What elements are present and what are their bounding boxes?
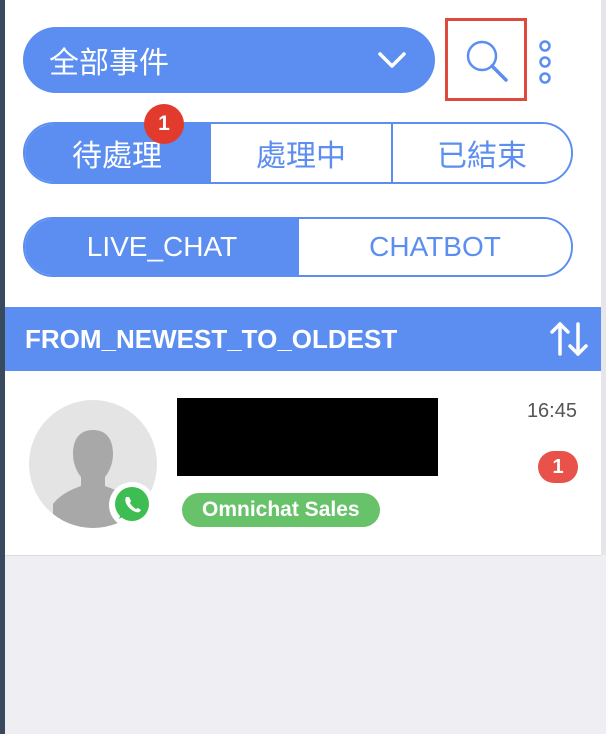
channel-tabs: LIVE_CHAT CHATBOT (23, 217, 573, 277)
message-time: 16:45 (526, 400, 577, 422)
more-vertical-icon[interactable] (534, 40, 556, 84)
tab-live-chat[interactable]: LIVE_CHAT (25, 219, 299, 275)
sort-icon[interactable] (549, 320, 589, 358)
event-filter-dropdown[interactable]: 全部事件 (23, 27, 435, 93)
pending-count-badge: 1 (144, 104, 184, 144)
tab-in-progress[interactable]: 處理中 (209, 124, 391, 182)
sort-bar[interactable]: FROM_NEWEST_TO_OLDEST (5, 307, 601, 371)
event-filter-label: 全部事件 (49, 46, 169, 81)
tab-closed[interactable]: 已結束 (391, 124, 571, 182)
sort-label: FROM_NEWEST_TO_OLDEST (25, 323, 398, 354)
status-tabs: 待處理 處理中 已結束 (23, 122, 573, 184)
tab-in-progress-label: 處理中 (256, 139, 346, 174)
unread-count-badge: 1 (538, 451, 578, 483)
search-button[interactable] (445, 18, 527, 101)
tab-chatbot-label: CHATBOT (369, 231, 501, 262)
tab-live-chat-label: LIVE_CHAT (86, 231, 238, 262)
search-icon (466, 40, 508, 82)
whatsapp-icon (109, 482, 155, 528)
chevron-down-icon (378, 52, 406, 68)
tab-chatbot[interactable]: CHATBOT (299, 219, 571, 275)
panel-divider (601, 0, 606, 555)
contact-name-redacted (177, 398, 438, 476)
team-tag: Omnichat Sales (182, 493, 380, 527)
conversation-list-item[interactable]: 16:45 1 Omnichat Sales (5, 372, 601, 555)
tab-closed-label: 已結束 (437, 139, 527, 174)
